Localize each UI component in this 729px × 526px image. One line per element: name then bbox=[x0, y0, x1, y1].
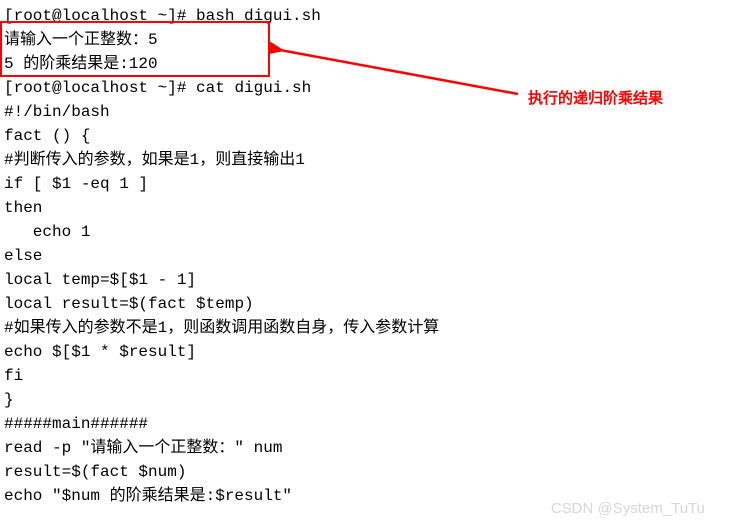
terminal-line: 请输入一个正整数：5 bbox=[4, 28, 725, 52]
watermark: CSDN @System_TuTu bbox=[551, 498, 705, 521]
terminal-line: then bbox=[4, 196, 725, 220]
terminal-line: #如果传入的参数不是1，则函数调用函数自身，传入参数计算 bbox=[4, 316, 725, 340]
terminal-line: local result=$(fact $temp) bbox=[4, 292, 725, 316]
terminal-line: result=$(fact $num) bbox=[4, 460, 725, 484]
terminal-line: #判断传入的参数，如果是1，则直接输出1 bbox=[4, 148, 725, 172]
terminal-line: if [ $1 -eq 1 ] bbox=[4, 172, 725, 196]
annotation-label: 执行的递归阶乘结果 bbox=[528, 88, 663, 111]
terminal-line: #####main###### bbox=[4, 412, 725, 436]
terminal-line: echo 1 bbox=[4, 220, 725, 244]
terminal-line: read -p "请输入一个正整数：" num bbox=[4, 436, 725, 460]
terminal-line: fi bbox=[4, 364, 725, 388]
terminal-line: [root@localhost ~]# bash digui.sh bbox=[4, 4, 725, 28]
terminal-line: local temp=$[$1 - 1] bbox=[4, 268, 725, 292]
terminal-line: 5 的阶乘结果是:120 bbox=[4, 52, 725, 76]
terminal-line: echo $[$1 * $result] bbox=[4, 340, 725, 364]
terminal-line: else bbox=[4, 244, 725, 268]
terminal-line: } bbox=[4, 388, 725, 412]
terminal-line: fact () { bbox=[4, 124, 725, 148]
